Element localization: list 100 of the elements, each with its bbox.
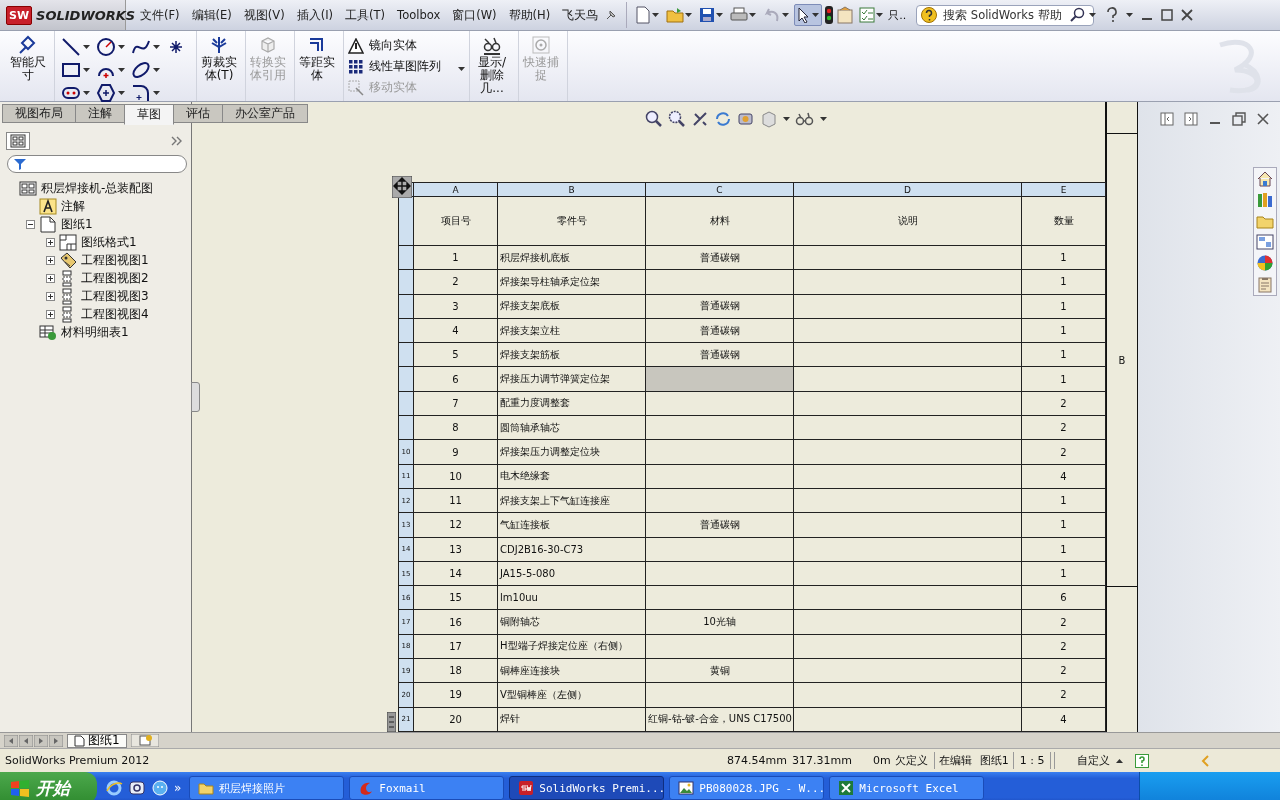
column-letter[interactable]: D	[793, 182, 1022, 197]
caret-icon[interactable]	[652, 13, 660, 17]
ribbon-button[interactable]: 智能尺寸	[6, 35, 50, 82]
caret-icon[interactable]	[685, 13, 693, 17]
home-icon[interactable]	[1256, 170, 1274, 188]
table-cell[interactable]	[645, 682, 794, 708]
tree-item[interactable]: 图纸格式1	[81, 233, 137, 251]
sheet-nav-icon[interactable]	[34, 734, 48, 747]
tree-item[interactable]: 图纸1	[61, 215, 93, 233]
pan-icon[interactable]	[691, 110, 709, 128]
filter-field[interactable]	[7, 155, 187, 173]
table-cell[interactable]	[645, 439, 794, 465]
zoom-to-fit-icon[interactable]	[645, 110, 663, 128]
sheet-nav-icon[interactable]	[49, 734, 63, 747]
start-button[interactable]: 开始	[0, 772, 97, 800]
tree-item[interactable]: 材料明细表1	[61, 323, 129, 341]
caret-icon[interactable]	[1126, 13, 1134, 17]
caret-icon[interactable]	[118, 45, 125, 49]
ribbon-button[interactable]: 等距实体	[295, 35, 339, 82]
tab[interactable]: 草图	[124, 104, 174, 125]
row-handle-icon[interactable]	[387, 711, 396, 732]
caret-icon[interactable]	[716, 13, 724, 17]
table-cell[interactable]: 普通碳钢	[645, 342, 794, 367]
expand-icon[interactable]	[46, 273, 55, 283]
caret-icon[interactable]	[458, 67, 465, 71]
caret-icon[interactable]	[118, 91, 125, 95]
sheet-nav-icon[interactable]	[19, 734, 33, 747]
expand-icon[interactable]	[46, 291, 55, 301]
tab[interactable]: 视图布局	[2, 104, 76, 123]
visibility-icon[interactable]	[795, 110, 815, 128]
browser-icon[interactable]	[105, 779, 123, 797]
menu-item[interactable]: 视图(V)	[237, 7, 291, 23]
expand-panel-icon[interactable]	[171, 136, 183, 146]
hexagon-icon[interactable]	[96, 83, 116, 103]
library-icon[interactable]	[1256, 191, 1274, 209]
menu-item[interactable]: 窗口(W)	[446, 7, 503, 23]
close-icon[interactable]	[1181, 9, 1194, 21]
clipboard-icon[interactable]	[1256, 275, 1274, 293]
caret-icon[interactable]	[749, 13, 757, 17]
column-letter[interactable]: E	[1021, 182, 1106, 197]
rectangle-icon[interactable]	[61, 60, 81, 80]
menu-item[interactable]: 文件(F)	[134, 7, 186, 23]
caret-icon[interactable]	[820, 117, 827, 121]
menu-item[interactable]: 帮助(H)	[502, 7, 557, 23]
expand-icon[interactable]	[46, 255, 55, 265]
table-cell[interactable]: 普通碳钢	[645, 512, 794, 538]
caret-icon[interactable]	[153, 91, 160, 95]
ribbon-button[interactable]: 线性草图阵列	[348, 58, 441, 75]
new-document-icon[interactable]	[635, 6, 652, 24]
traffic-light-icon[interactable]	[825, 6, 834, 24]
help-icon[interactable]	[1106, 7, 1119, 23]
tree-item[interactable]: 工程图视图2	[81, 269, 149, 287]
sheet-nav-icon[interactable]	[4, 734, 18, 747]
tile-left-icon[interactable]	[1160, 112, 1174, 126]
caret-icon[interactable]	[83, 68, 90, 72]
move-table-icon[interactable]	[392, 176, 412, 198]
search-icon[interactable]	[1069, 7, 1086, 23]
line-icon[interactable]	[61, 37, 81, 57]
close-icon[interactable]	[1256, 112, 1270, 126]
table-cell[interactable]	[645, 537, 794, 562]
caret-icon[interactable]	[83, 45, 90, 49]
menu-item[interactable]: Toolbox	[391, 7, 447, 23]
menu-item[interactable]: 插入(I)	[290, 7, 340, 23]
caret-icon[interactable]	[1089, 13, 1097, 17]
ribbon-button[interactable]: 镜向实体	[348, 37, 441, 54]
sheet-tab[interactable]: 图纸1	[67, 733, 127, 748]
caret-up-icon[interactable]	[1116, 758, 1124, 763]
tree-item[interactable]: 工程图视图4	[81, 305, 149, 323]
restore-icon[interactable]	[1232, 112, 1246, 126]
save-icon[interactable]	[699, 7, 716, 23]
more-button[interactable]: »	[174, 781, 182, 795]
caret-icon[interactable]	[876, 13, 884, 17]
clipboard-icon[interactable]	[836, 6, 855, 24]
collapse-icon[interactable]	[26, 219, 35, 229]
view-palette-icon[interactable]	[1256, 233, 1274, 251]
expand-icon[interactable]	[46, 237, 55, 247]
table-cell[interactable]	[645, 415, 794, 440]
taskbar-button[interactable]: SolidWorks Premi...	[509, 776, 665, 800]
zoom-area-icon[interactable]	[668, 110, 686, 128]
table-cell[interactable]	[645, 464, 794, 489]
caret-icon[interactable]	[118, 68, 125, 72]
rotate-icon[interactable]	[714, 110, 732, 128]
table-cell[interactable]: 普通碳钢	[645, 245, 794, 270]
column-letter[interactable]: A	[413, 182, 498, 197]
caret-icon[interactable]	[783, 117, 790, 121]
table-cell[interactable]	[645, 488, 794, 513]
appearance-icon[interactable]	[1256, 254, 1274, 272]
search-field[interactable]: 搜索 SolidWorks 帮助	[916, 4, 1095, 26]
taskbar-button[interactable]: 积层焊接照片	[189, 776, 345, 800]
panel-handle[interactable]	[191, 382, 200, 412]
maximize-icon[interactable]	[1161, 9, 1174, 21]
toolbar-overflow[interactable]: 只..	[888, 7, 907, 23]
taskbar-button[interactable]: PB080028.JPG - W...	[669, 776, 825, 800]
add-sheet-icon[interactable]	[130, 734, 159, 747]
caret-icon[interactable]	[153, 45, 160, 49]
printer-icon[interactable]	[730, 7, 749, 23]
tab[interactable]: 注解	[75, 104, 125, 123]
column-letter[interactable]: C	[645, 182, 794, 197]
table-cell[interactable]	[645, 391, 794, 416]
expand-icon[interactable]	[46, 309, 55, 319]
